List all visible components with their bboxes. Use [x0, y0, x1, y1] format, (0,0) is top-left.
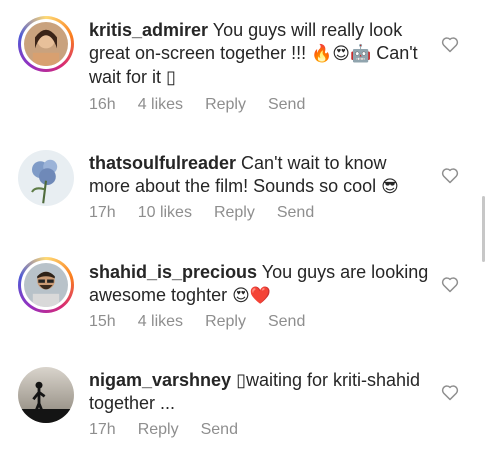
comment-meta: 17h Reply Send — [89, 421, 260, 439]
comment-meta: 15h 4 likes Reply Send — [89, 313, 327, 331]
heart-outline-icon[interactable] — [440, 34, 460, 54]
comment-likes[interactable]: 4 likes — [138, 96, 183, 114]
comment-emojis: 🔥😍🤖 — [311, 44, 372, 64]
comment-body: shahid_is_precious You guys are looking … — [89, 261, 429, 308]
reply-button[interactable]: Reply — [214, 204, 255, 222]
comment-body: kritis_admirer You guys will really look… — [89, 19, 429, 89]
send-button[interactable]: Send — [268, 313, 305, 331]
comment-missing-glyph: ▯ — [236, 370, 246, 390]
comment-time: 16h — [89, 96, 116, 113]
reply-button[interactable]: Reply — [138, 421, 179, 439]
comment-body: nigam_varshney ▯waiting for kriti-shahid… — [89, 369, 429, 415]
avatar[interactable] — [18, 367, 74, 423]
comment-username[interactable]: nigam_varshney — [89, 370, 231, 390]
avatar-image — [24, 22, 68, 66]
comment-likes[interactable]: 4 likes — [138, 313, 183, 331]
heart-outline-icon[interactable] — [440, 165, 460, 185]
avatar[interactable] — [18, 257, 74, 313]
send-button[interactable]: Send — [201, 421, 238, 439]
comment-time: 15h — [89, 313, 116, 330]
avatar[interactable] — [18, 16, 74, 72]
send-button[interactable]: Send — [277, 204, 314, 222]
avatar[interactable] — [18, 150, 74, 206]
comment-emojis: 😎 — [381, 177, 399, 197]
reply-button[interactable]: Reply — [205, 96, 246, 114]
comment-username[interactable]: shahid_is_precious — [89, 262, 257, 282]
avatar-image — [18, 367, 74, 423]
heart-outline-icon[interactable] — [440, 274, 460, 294]
heart-outline-icon[interactable] — [440, 382, 460, 402]
send-button[interactable]: Send — [268, 96, 305, 114]
comment-username[interactable]: kritis_admirer — [89, 20, 208, 40]
scrollbar[interactable] — [482, 196, 485, 262]
avatar-image — [18, 150, 74, 206]
comment-meta: 16h 4 likes Reply Send — [89, 96, 327, 114]
reply-button[interactable]: Reply — [205, 313, 246, 331]
comment-time: 17h — [89, 421, 116, 438]
avatar-image — [24, 263, 68, 307]
comment-likes[interactable]: 10 likes — [138, 204, 192, 222]
comment-emojis: 😍❤️ — [232, 286, 271, 306]
comment-meta: 17h 10 likes Reply Send — [89, 204, 336, 222]
comment-username[interactable]: thatsoulfulreader — [89, 153, 236, 173]
comment-missing-glyph: ▯ — [166, 67, 176, 87]
comment-time: 17h — [89, 204, 116, 221]
comment-body: thatsoulfulreader Can't wait to know mor… — [89, 152, 429, 199]
